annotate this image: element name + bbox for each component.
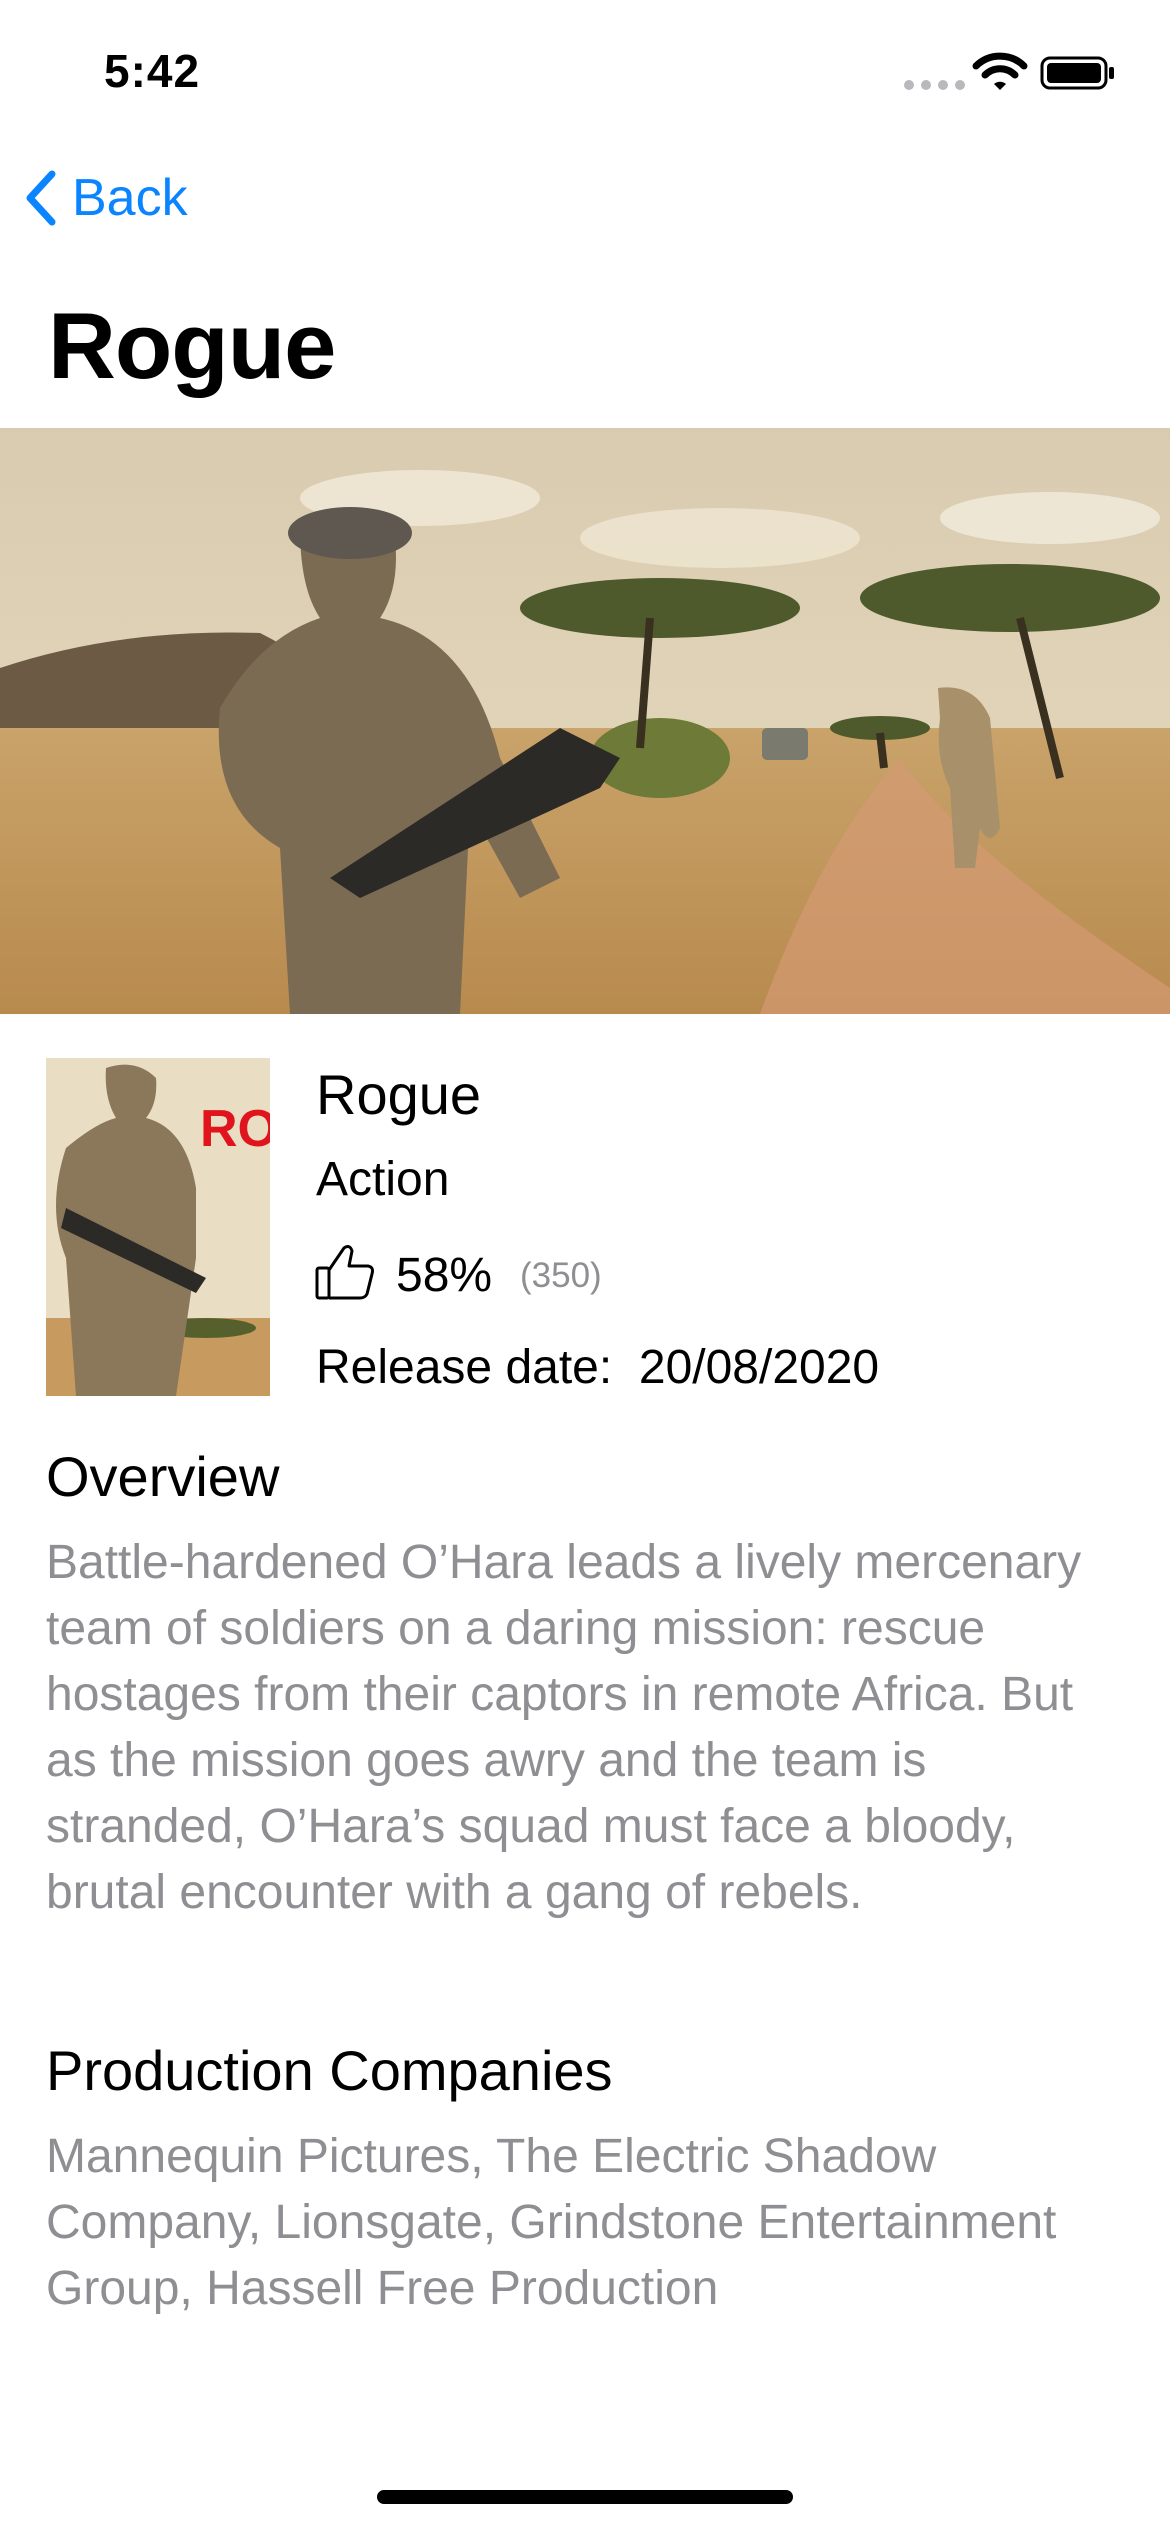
vote-count: (350) [520, 1256, 602, 1295]
signal-icon [904, 80, 965, 90]
overview-text: Battle-hardened O’Hara leads a lively me… [46, 1536, 1082, 1919]
page-title: Rogue [48, 293, 336, 398]
chevron-left-icon [26, 170, 56, 226]
production-text: Mannequin Pictures, The Electric Shadow … [46, 2130, 1057, 2315]
movie-genre: Action [316, 1153, 450, 1206]
rating-percent: 58% [396, 1249, 493, 1302]
movie-title: Rogue [316, 1063, 482, 1126]
release-date-value: 20/08/2020 [638, 1341, 880, 1394]
home-indicator[interactable] [377, 2490, 793, 2504]
release-date-row: Release date: 20/08/2020 [316, 1340, 879, 1395]
wifi-icon [972, 52, 1028, 90]
poster-image: ROGUE [46, 1058, 270, 1396]
thumbs-up-icon [315, 1245, 374, 1300]
overview-heading: Overview [46, 1445, 280, 1508]
back-label: Back [72, 169, 188, 227]
battery-icon [1040, 56, 1114, 90]
backdrop-image [0, 428, 1170, 1014]
poster-title-text: ROGUE [200, 1100, 270, 1158]
release-date-label: Release date: [316, 1341, 613, 1394]
back-button[interactable]: Back [22, 168, 188, 228]
production-heading: Production Companies [46, 2039, 613, 2102]
status-time: 5:42 [104, 45, 201, 97]
